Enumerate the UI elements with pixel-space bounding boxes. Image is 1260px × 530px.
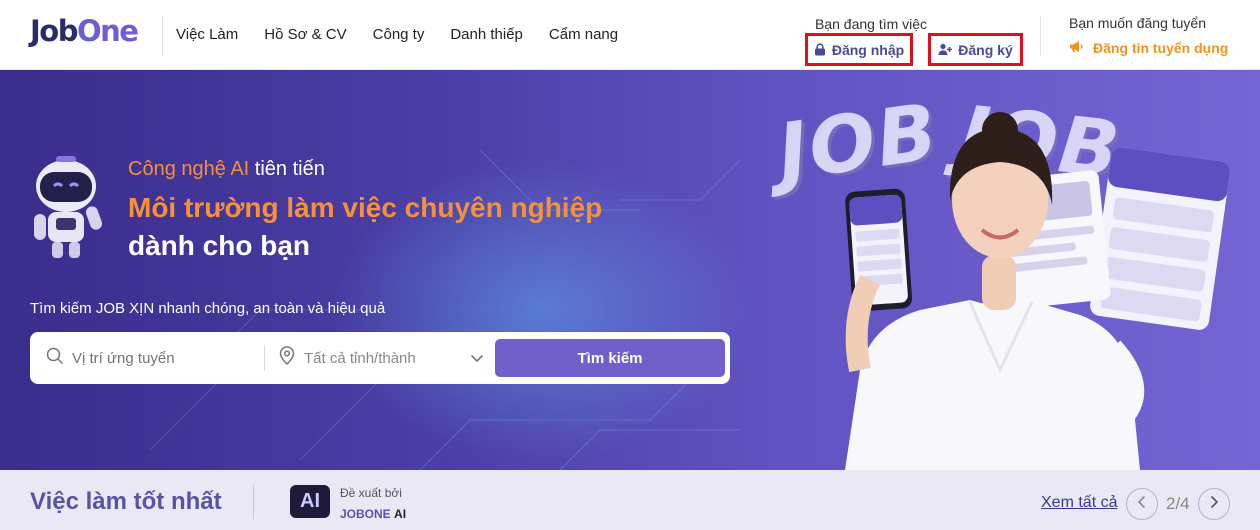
location-select[interactable]: Tất cả tỉnh/thành [278,345,490,371]
user-plus-icon [938,43,953,56]
search-divider [264,345,265,371]
logo-text-job: Job [30,14,78,48]
chevron-left-icon [1137,495,1147,514]
ai-badge-icon: AI [290,485,330,518]
nav-ho-so-cv[interactable]: Hồ Sơ & CV [264,26,346,43]
section-divider [253,485,254,519]
position-search-input[interactable] [72,349,252,367]
brand-main: JOBONE [340,507,391,521]
login-button[interactable]: Đăng nhập [805,33,913,66]
location-pin-icon [278,345,296,371]
search-button[interactable]: Tìm kiếm [495,339,725,377]
hero-banner: Công nghệ AI tiên tiến Môi trường làm vi… [0,70,1260,470]
logo-text-one: One [76,14,139,48]
header-divider [162,16,163,56]
person-with-phone-illustration [845,112,1231,470]
chevron-right-icon [1209,495,1219,514]
best-jobs-section-header: Việc làm tốt nhất AI Đề xuất bởi JOBONE … [0,470,1260,530]
hero-tagline-accent: Công nghệ AI [128,158,250,180]
hero-headline: Môi trường làm việc chuyên nghiệp [128,192,603,223]
best-jobs-title: Việc làm tốt nhất [30,488,222,515]
nav-cam-nang[interactable]: Cẩm nang [549,26,618,43]
main-nav: Việc Làm Hồ Sơ & CV Công ty Danh thiếp C… [176,26,618,43]
employer-label: Bạn muốn đăng tuyển [1069,15,1206,31]
job-seeker-label: Bạn đang tìm việc [815,16,928,32]
suggested-by-brand: JOBONE AI [340,507,406,521]
lock-icon [814,43,826,56]
register-button[interactable]: Đăng ký [928,33,1023,66]
hero-subtitle: Tìm kiếm JOB XỊN nhanh chóng, an toàn và… [30,300,386,317]
header-divider-right [1040,16,1041,56]
nav-cong-ty[interactable]: Công ty [373,26,425,43]
chevron-down-icon[interactable] [470,350,484,368]
see-all-link[interactable]: Xem tất cả [1041,494,1117,512]
robot-mascot-illustration [26,156,110,265]
site-header: JobOne Việc Làm Hồ Sơ & CV Công ty Danh … [0,0,1260,70]
position-search [46,346,276,370]
location-select-value: Tất cả tỉnh/thành [304,349,416,367]
hero-tagline-rest: tiên tiến [249,158,325,180]
megaphone-icon [1069,40,1085,56]
next-page-button[interactable] [1198,488,1230,520]
hero-tagline: Công nghệ AI tiên tiến [128,158,325,181]
suggested-by-label: Đề xuất bởi [340,486,402,500]
hero-headline-sub: dành cho bạn [128,230,310,261]
promo-illustration: JOB JOB [760,70,1260,470]
search-icon [46,347,64,370]
nav-viec-lam[interactable]: Việc Làm [176,26,238,43]
page-indicator: 2/4 [1166,494,1190,513]
nav-danh-thiep[interactable]: Danh thiếp [450,26,523,43]
brand-ai: AI [394,507,407,521]
post-job-link[interactable]: Đăng tin tuyển dụng [1069,40,1228,56]
login-label: Đăng nhập [831,41,905,58]
job-search-bar: Tất cả tỉnh/thành Tìm kiếm [30,332,730,384]
register-label: Đăng ký [958,41,1013,58]
prev-page-button[interactable] [1126,488,1158,520]
jobone-logo[interactable]: JobOne [30,14,139,48]
post-job-label: Đăng tin tuyển dụng [1093,40,1229,56]
